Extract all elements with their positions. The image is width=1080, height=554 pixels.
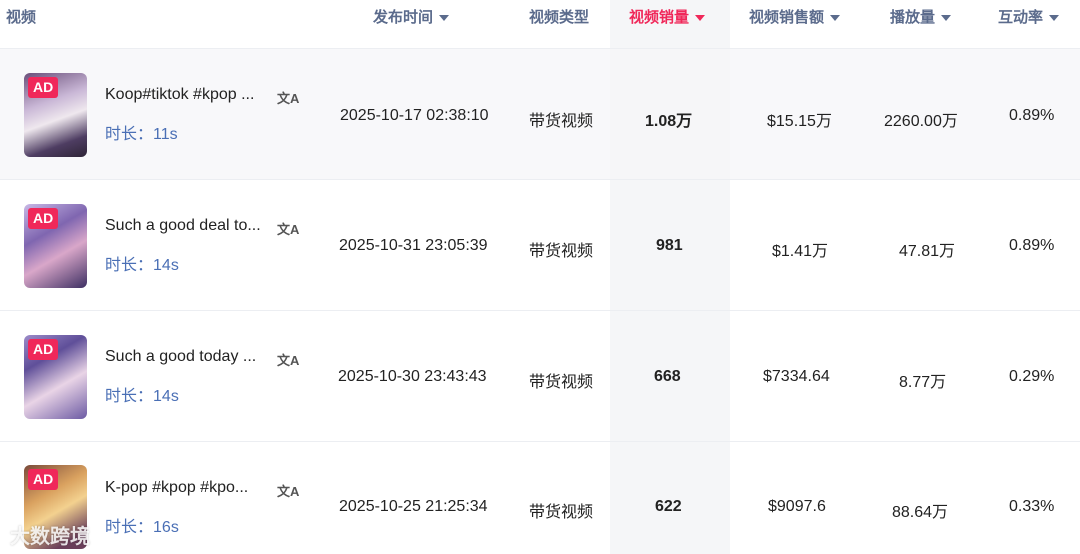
video-title[interactable]: Such a good today ... — [105, 348, 267, 366]
header-video-label: 视频 — [6, 9, 37, 26]
header-engagement-label: 互动率 — [998, 9, 1044, 26]
duration-label: 时长： — [105, 388, 154, 405]
engagement-rate: 0.33% — [1009, 498, 1055, 515]
translate-icon[interactable]: 文A — [277, 481, 299, 500]
ad-badge: AD — [28, 339, 59, 360]
header-views[interactable]: 播放量 — [890, 0, 952, 36]
engagement-rate: 0.29% — [1009, 368, 1055, 385]
duration-label: 时长： — [105, 257, 154, 274]
sort-caret-icon — [830, 15, 841, 21]
translate-icon[interactable]: 文A — [277, 88, 299, 107]
table-row[interactable]: AD K-pop #kpop #kpo... 文A 时长：16s 2025-10… — [0, 441, 1080, 554]
publish-time: 2025-10-17 02:38:10 — [340, 107, 489, 124]
header-video-sales-label: 视频销量 — [629, 9, 690, 26]
publish-time: 2025-10-30 23:43:43 — [338, 368, 487, 385]
duration-value: 16s — [153, 519, 179, 536]
header-publish-time-label: 发布时间 — [373, 9, 434, 26]
table-header: 视频 发布时间 视频类型 视频销量 视频销售额 播放量 互动率 — [0, 0, 1080, 48]
ad-badge: AD — [28, 469, 59, 490]
duration-label: 时长： — [105, 519, 154, 536]
duration-value: 14s — [153, 257, 179, 274]
video-title[interactable]: K-pop #kpop #kpo... — [105, 479, 267, 497]
table-row[interactable]: AD Such a good deal to... 文A 时长：14s 2025… — [0, 179, 1080, 310]
video-revenue: $7334.64 — [763, 368, 830, 385]
video-revenue: $15.15万 — [767, 113, 832, 130]
video-type: 带货视频 — [529, 113, 594, 130]
engagement-rate: 0.89% — [1009, 237, 1055, 254]
header-publish-time[interactable]: 发布时间 — [373, 0, 450, 36]
video-thumbnail[interactable]: AD — [24, 73, 87, 157]
video-type: 带货视频 — [529, 504, 594, 521]
video-title[interactable]: Koop#tiktok #kpop ... — [105, 86, 267, 104]
video-sales: 1.08万 — [645, 113, 693, 130]
video-title[interactable]: Such a good deal to... — [105, 217, 267, 235]
table-row[interactable]: AD Such a good today ... 文A 时长：14s 2025-… — [0, 310, 1080, 441]
video-thumbnail[interactable]: AD — [24, 204, 87, 288]
sort-caret-icon — [941, 15, 952, 21]
video-thumbnail[interactable]: AD — [24, 335, 87, 419]
publish-time: 2025-10-31 23:05:39 — [339, 237, 488, 254]
video-type: 带货视频 — [529, 374, 594, 391]
ad-badge: AD — [28, 208, 59, 229]
header-video-sales[interactable]: 视频销量 — [629, 0, 706, 36]
watermark: 大数跨境 — [10, 526, 90, 548]
duration-value: 14s — [153, 388, 179, 405]
sort-caret-icon — [695, 15, 706, 21]
views: 47.81万 — [899, 243, 956, 260]
publish-time: 2025-10-25 21:25:34 — [339, 498, 488, 515]
header-video-revenue-label: 视频销售额 — [749, 9, 825, 26]
header-engagement[interactable]: 互动率 — [998, 0, 1060, 36]
video-duration: 时长：11s — [105, 120, 178, 144]
translate-icon[interactable]: 文A — [277, 350, 299, 369]
header-views-label: 播放量 — [890, 9, 936, 26]
table-row[interactable]: AD Koop#tiktok #kpop ... 文A 时长：11s 2025-… — [0, 48, 1080, 179]
video-revenue: $9097.6 — [768, 498, 826, 515]
engagement-rate: 0.89% — [1009, 107, 1055, 124]
video-duration: 时长：14s — [105, 382, 179, 406]
video-duration: 时长：16s — [105, 513, 179, 537]
duration-value: 11s — [153, 126, 178, 143]
header-video-type-label: 视频类型 — [529, 9, 590, 26]
video-sales: 668 — [654, 368, 681, 385]
video-sales: 622 — [655, 498, 682, 515]
duration-label: 时长： — [105, 126, 154, 143]
views: 8.77万 — [899, 374, 947, 391]
video-duration: 时长：14s — [105, 251, 179, 275]
ad-badge: AD — [28, 77, 59, 98]
sort-caret-icon — [1049, 15, 1060, 21]
video-sales: 981 — [656, 237, 683, 254]
views: 2260.00万 — [884, 113, 958, 130]
video-revenue: $1.41万 — [772, 243, 829, 260]
header-video: 视频 — [6, 0, 36, 36]
views: 88.64万 — [892, 504, 949, 521]
video-ranking-table: 视频 发布时间 视频类型 视频销量 视频销售额 播放量 互动率 AD Koop#… — [0, 0, 1080, 554]
header-video-type: 视频类型 — [529, 0, 589, 36]
translate-icon[interactable]: 文A — [277, 219, 299, 238]
sort-caret-icon — [439, 15, 450, 21]
video-type: 带货视频 — [529, 243, 594, 260]
header-video-revenue[interactable]: 视频销售额 — [749, 0, 841, 36]
